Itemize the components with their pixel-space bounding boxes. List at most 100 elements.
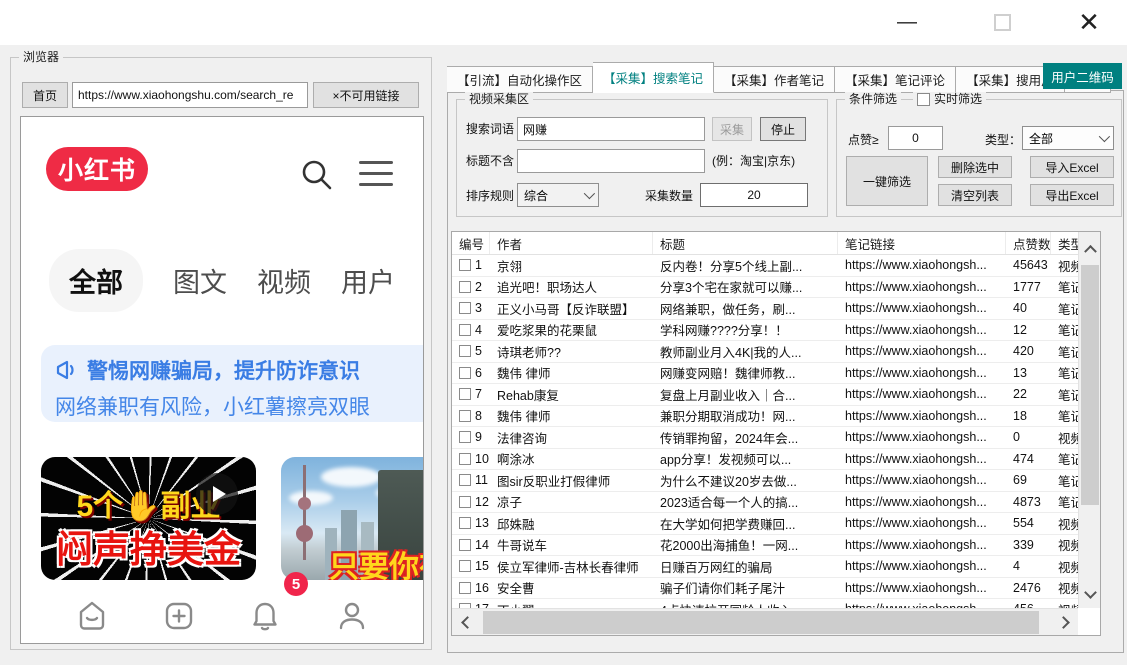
site-tab[interactable]: 图文 (173, 249, 227, 312)
collect-button[interactable]: 采集 (712, 117, 752, 141)
user-qrcode-button[interactable]: 用户二维码 (1043, 63, 1122, 89)
column-header[interactable]: 笔记链接 (838, 232, 1006, 254)
scroll-down-icon[interactable] (1079, 582, 1101, 602)
note-link-cell[interactable]: https://www.xiaohongsh... (838, 323, 1006, 337)
table-row[interactable]: 9 法律咨询 传销罪拘留，2024年会... https://www.xiaoh… (452, 427, 1078, 449)
home-icon[interactable] (73, 597, 111, 635)
play-icon[interactable] (196, 473, 238, 515)
stop-button[interactable]: 停止 (760, 117, 806, 141)
row-checkbox[interactable] (459, 302, 471, 314)
note-link-cell[interactable]: https://www.xiaohongsh... (838, 559, 1006, 573)
invalid-link-button[interactable]: ×不可用链接 (313, 82, 419, 108)
table-row[interactable]: 15 侯立军律师-吉林长春律师 日赚百万网红的骗局 https://www.xi… (452, 556, 1078, 578)
column-header[interactable]: 编号 (452, 232, 490, 254)
scroll-up-icon[interactable] (1079, 238, 1101, 258)
collect-count-input[interactable]: 20 (700, 183, 808, 207)
row-checkbox[interactable] (459, 539, 471, 551)
row-checkbox[interactable] (459, 474, 471, 486)
maximize-button[interactable] (972, 0, 1032, 45)
column-header[interactable]: 标题 (653, 232, 838, 254)
note-link-cell[interactable]: https://www.xiaohongsh... (838, 452, 1006, 466)
note-link-cell[interactable]: https://www.xiaohongsh... (838, 387, 1006, 401)
table-row[interactable]: 1 京翎 反内卷！分享5个线上副... https://www.xiaohong… (452, 255, 1078, 277)
one-key-filter-button[interactable]: 一键筛选 (846, 156, 928, 206)
table-row[interactable]: 3 正义小马哥【反诈联盟】 网络兼职，做任务，刷... https://www.… (452, 298, 1078, 320)
title-exclude-input[interactable] (517, 149, 705, 173)
row-checkbox[interactable] (459, 582, 471, 594)
search-words-input[interactable]: 网赚 (517, 117, 705, 141)
delete-selected-button[interactable]: 删除选中 (938, 156, 1012, 178)
note-link-cell[interactable]: https://www.xiaohongsh... (838, 516, 1006, 530)
note-thumbnail-1[interactable]: 5个✋副业 闷声挣美金 (41, 457, 256, 580)
table-row[interactable]: 11 图sir反职业打假律师 为什么不建议20岁去做... https://ww… (452, 470, 1078, 492)
note-link-cell[interactable]: https://www.xiaohongsh... (838, 366, 1006, 380)
table-row[interactable]: 8 魏伟 律师 兼职分期取消成功！网... https://www.xiaoho… (452, 406, 1078, 428)
site-tab[interactable]: 全部 (49, 249, 143, 312)
row-checkbox[interactable] (459, 324, 471, 336)
site-tab[interactable]: 用户 (341, 249, 395, 312)
home-button[interactable]: 首页 (22, 82, 68, 108)
url-input[interactable]: https://www.xiaohongshu.com/search_re (72, 82, 308, 108)
minimize-button[interactable]: — (877, 0, 937, 45)
note-link-cell[interactable]: https://www.xiaohongsh... (838, 301, 1006, 315)
table-row[interactable]: 16 安全曹 骗子们请你们耗子尾汁 https://www.xiaohongsh… (452, 578, 1078, 600)
note-link-cell[interactable]: https://www.xiaohongsh... (838, 258, 1006, 272)
likes-min-input[interactable]: 0 (888, 126, 943, 150)
table-row[interactable]: 4 爱吃浆果的花栗鼠 学科网赚????分享！！ https://www.xiao… (452, 320, 1078, 342)
note-link-cell[interactable]: https://www.xiaohongsh... (838, 581, 1006, 595)
profile-icon[interactable] (333, 597, 371, 635)
table-row[interactable]: 7 Rehab康复 复盘上月副业收入｜合... https://www.xiao… (452, 384, 1078, 406)
table-row[interactable]: 17 丁小翼 4点快速拉开同龄人收入... https://www.xiaoho… (452, 599, 1078, 608)
column-header[interactable]: 作者 (490, 232, 653, 254)
search-icon[interactable] (299, 157, 335, 193)
create-post-icon[interactable] (160, 597, 198, 635)
export-excel-button[interactable]: 导出Excel (1030, 184, 1114, 206)
row-checkbox[interactable] (459, 560, 471, 572)
close-button[interactable]: ✕ (1059, 0, 1119, 45)
note-link-cell[interactable]: https://www.xiaohongsh... (838, 280, 1006, 294)
column-header[interactable]: 类型 (1051, 232, 1078, 254)
hamburger-menu-icon[interactable] (359, 161, 393, 194)
table-row[interactable]: 13 邱姝融 在大学如何把学费赚回... https://www.xiaohon… (452, 513, 1078, 535)
vertical-scrollbar[interactable] (1078, 232, 1100, 608)
row-checkbox[interactable] (459, 259, 471, 271)
app-tab[interactable]: 【引流】自动化操作区 (447, 66, 593, 93)
note-link-cell[interactable]: https://www.xiaohongsh... (838, 344, 1006, 358)
table-row[interactable]: 5 诗琪老师?? 教师副业月入4K|我的人... https://www.xia… (452, 341, 1078, 363)
import-excel-button[interactable]: 导入Excel (1030, 156, 1114, 178)
row-checkbox[interactable] (459, 410, 471, 422)
table-row[interactable]: 10 啊涂冰 app分享！发视频可以... https://www.xiaoho… (452, 449, 1078, 471)
table-row[interactable]: 12 凉子 2023适合每一个人的搞... https://www.xiaoho… (452, 492, 1078, 514)
scroll-right-icon[interactable] (1052, 609, 1074, 636)
row-checkbox[interactable] (459, 345, 471, 357)
site-tab[interactable]: 视频 (257, 249, 311, 312)
horizontal-scrollbar[interactable] (452, 608, 1078, 635)
note-link-cell[interactable]: https://www.xiaohongsh... (838, 430, 1006, 444)
row-checkbox[interactable] (459, 453, 471, 465)
row-checkbox[interactable] (459, 431, 471, 443)
table-row[interactable]: 2 追光吧！职场达人 分享3个宅在家就可以赚... https://www.xi… (452, 277, 1078, 299)
clear-list-button[interactable]: 清空列表 (938, 184, 1012, 206)
type-filter-select[interactable]: 全部 (1022, 126, 1114, 150)
note-link-cell[interactable]: https://www.xiaohongsh... (838, 473, 1006, 487)
app-tab[interactable]: 【采集】笔记评论 (835, 66, 956, 93)
row-checkbox[interactable] (459, 517, 471, 529)
row-checkbox[interactable] (459, 281, 471, 293)
note-thumbnail-2[interactable]: 只要你有电 (281, 457, 424, 580)
note-link-cell[interactable]: https://www.xiaohongsh... (838, 409, 1006, 423)
note-link-cell[interactable]: https://www.xiaohongsh... (838, 538, 1006, 552)
scroll-left-icon[interactable] (456, 609, 478, 636)
notifications-bell-icon[interactable] (246, 597, 284, 635)
table-row[interactable]: 14 牛哥说车 花2000出海捕鱼！一网... https://www.xiao… (452, 535, 1078, 557)
note-link-cell[interactable]: https://www.xiaohongsh... (838, 495, 1006, 509)
vertical-scroll-thumb[interactable] (1081, 265, 1099, 505)
app-tab[interactable]: 【采集】作者笔记 (714, 66, 835, 93)
row-checkbox[interactable] (459, 367, 471, 379)
row-checkbox[interactable] (459, 388, 471, 400)
app-tab[interactable]: 【采集】搜索笔记 (593, 62, 714, 93)
realtime-filter-checkbox[interactable] (917, 93, 930, 106)
sort-rule-select[interactable]: 综合 (517, 183, 599, 207)
row-checkbox[interactable] (459, 496, 471, 508)
column-header[interactable]: 点赞数 (1006, 232, 1051, 254)
table-row[interactable]: 6 魏伟 律师 网赚变网赔！魏律师教... https://www.xiaoho… (452, 363, 1078, 385)
